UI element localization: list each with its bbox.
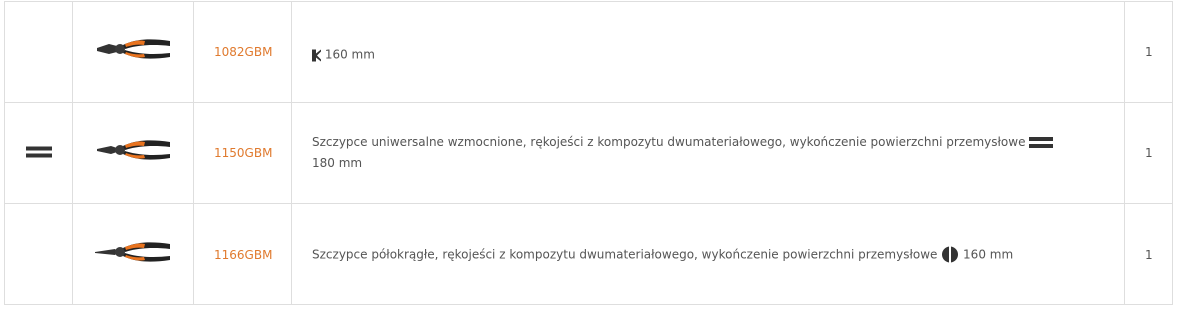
- product-code-link[interactable]: 1150GBM: [214, 146, 272, 160]
- mark-cell: [5, 2, 73, 102]
- flat-jaw-icon: [26, 144, 52, 163]
- quantity: 1: [1145, 45, 1153, 59]
- diagonal-cut-icon: [312, 49, 321, 61]
- half-round-nose-pliers-icon[interactable]: [95, 238, 173, 272]
- mark-cell: [5, 103, 73, 203]
- product-size: 160 mm: [963, 247, 1014, 261]
- diagonal-cutter-pliers-icon[interactable]: [95, 35, 173, 69]
- product-size: 180 mm: [312, 156, 363, 170]
- code-cell: 1150GBM: [194, 103, 292, 203]
- description-text: Szczypce półokrągłe, rękojeści z kompozy…: [312, 247, 938, 261]
- code-cell: 1166GBM: [194, 204, 292, 305]
- image-cell: [73, 204, 194, 305]
- quantity: 1: [1145, 247, 1153, 262]
- half-round-icon: [941, 246, 959, 264]
- image-cell: [73, 103, 194, 203]
- product-size: 160 mm: [324, 47, 375, 62]
- description: 160 mm: [312, 45, 1104, 66]
- product-code-link[interactable]: 1082GBM: [214, 45, 272, 59]
- product-code-link[interactable]: 1166GBM: [214, 248, 272, 262]
- table-row: 1150GBM Szczypce uniwersalne wzmocnione,…: [5, 103, 1172, 204]
- code-cell: 1082GBM: [194, 2, 292, 102]
- description-cell: Szczypce półokrągłe, rękojeści z kompozy…: [292, 204, 1125, 305]
- product-table: 1082GBM 160 mm 1 1150GBM Szczypce uniwer…: [4, 1, 1173, 305]
- image-cell: [73, 2, 194, 102]
- flat-jaw-icon: [1029, 137, 1054, 148]
- quantity-cell: 1: [1125, 2, 1172, 102]
- table-row: 1166GBM Szczypce półokrągłe, rękojeści z…: [5, 204, 1172, 305]
- description-cell: 160 mm: [292, 2, 1125, 102]
- description: Szczypce uniwersalne wzmocnione, rękojeś…: [312, 132, 1104, 174]
- description-text: Szczypce uniwersalne wzmocnione, rękojeś…: [312, 135, 1026, 149]
- table-row: 1082GBM 160 mm 1: [5, 2, 1172, 103]
- mark-cell: [5, 204, 73, 305]
- quantity: 1: [1145, 146, 1153, 160]
- quantity-cell: 1: [1125, 204, 1172, 305]
- combination-pliers-icon[interactable]: [95, 136, 173, 170]
- description: Szczypce półokrągłe, rękojeści z kompozy…: [312, 244, 1104, 265]
- description-cell: Szczypce uniwersalne wzmocnione, rękojeś…: [292, 103, 1125, 203]
- quantity-cell: 1: [1125, 103, 1172, 203]
